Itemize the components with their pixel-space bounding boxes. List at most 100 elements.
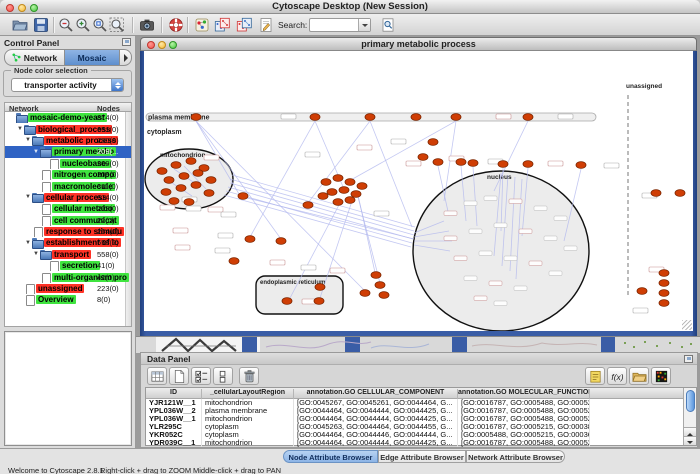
network-node[interactable] [371,272,381,279]
cell-molecular-function[interactable]: [GO:0016787, GO:0005488, GO:0005215, G..… [458,399,590,407]
save-session-button[interactable] [31,16,50,34]
tree-row[interactable]: nucleobase-209(0) [5,158,131,169]
edge[interactable] [230,183,414,235]
network-node[interactable] [659,280,669,287]
network-node[interactable] [191,114,201,121]
attribute-matrix-button[interactable] [651,367,671,385]
network-node[interactable] [339,187,349,194]
cell-molecular-function[interactable]: [GO:0016787, GO:0005488, GO:0005215, G..… [458,407,590,415]
network-node[interactable] [321,179,331,186]
float-panel-icon[interactable] [122,38,131,46]
cell-molecular-function[interactable]: [GO:0005488, GO:0005215, GO:0003674] [458,431,590,439]
cell-region[interactable]: mitochondrion [202,399,294,407]
zoom-selected-region-button[interactable] [107,16,126,34]
merge-networks-difference-button[interactable] [234,16,253,34]
cell-region[interactable]: cytoplasm [202,423,294,431]
open-session-button[interactable] [10,16,29,34]
network-node[interactable] [245,236,255,243]
delete-attribute-button[interactable] [239,367,259,385]
cell-id[interactable]: YPL036W__2 [146,407,202,415]
attribute-batch-select-button[interactable] [213,367,233,385]
help-button[interactable] [166,16,185,34]
table-row[interactable]: YDR039C__1mitochondrion[GO:0044464, GO:0… [146,439,685,447]
cell-region[interactable]: mitochondrion [202,415,294,423]
network-node[interactable] [428,139,438,146]
create-attribute-button[interactable] [169,367,189,385]
network-node[interactable] [375,282,385,289]
node-color-dropdown[interactable]: transporter activity [11,78,124,92]
network-node[interactable] [310,114,320,121]
window-resize-grip[interactable] [682,320,692,330]
cell-id[interactable]: YDR039C__1 [146,439,202,447]
cell-region[interactable]: plasma membrane [202,407,294,415]
cell-cellular-component[interactable]: [GO:0044464, GO:0044446, GO:0044444, G..… [294,431,458,439]
scrollbar-thumb[interactable] [686,390,695,412]
select-attributes-button[interactable] [147,367,167,385]
tree-row[interactable]: cellular metabo209(0) [5,203,131,214]
network-node[interactable] [238,193,248,200]
vizmapper-button[interactable] [192,16,211,34]
cell-id[interactable]: YPL036W__1 [146,415,202,423]
network-node[interactable] [576,162,586,169]
cell-cellular-component[interactable]: [GO:0044464, GO:0044444, GO:0044425, G..… [294,439,458,447]
tree-row[interactable]: mosaic-demo-yeast874(0) [5,112,131,123]
network-node[interactable] [675,190,685,197]
region-endoplasmic-reticulum[interactable]: endoplasmic reticulum [256,276,343,314]
network-node[interactable] [365,114,375,121]
expand-arrow-icon[interactable]: ▼ [24,194,32,200]
network-node[interactable] [357,183,367,190]
column-header-molecular-function[interactable]: annotation.GO MOLECULAR_FUNCTION [458,389,590,399]
tree-row[interactable]: ▼primary metabo209(... [5,146,131,157]
network-node[interactable] [164,177,174,184]
merge-networks-union-button[interactable] [212,16,231,34]
table-row[interactable]: YLR295Ccytoplasm[GO:0045263, GO:0044464,… [146,423,685,431]
network-canvas[interactable]: plasma membrane cytoplasm mitochondrion … [144,51,693,331]
network-node[interactable] [204,190,214,197]
region-nucleus[interactable]: nucleus [413,171,589,331]
network-node[interactable] [169,198,179,205]
annotations-button[interactable] [256,16,275,34]
notes-button[interactable] [585,367,605,385]
table-row[interactable]: YPL036W__1mitochondrion[GO:0044464, GO:0… [146,415,685,423]
network-node[interactable] [433,159,443,166]
network-node[interactable] [179,173,189,180]
import-attributes-button[interactable] [629,367,649,385]
search-options-button[interactable] [378,16,397,34]
network-node[interactable] [659,290,669,297]
edge[interactable] [226,191,412,243]
network-node[interactable] [333,175,343,182]
network-node[interactable] [229,258,239,265]
network-node[interactable] [327,189,337,196]
attribute-checklist-button[interactable] [191,367,211,385]
network-window-titlebar[interactable]: primary metabolic process [140,37,697,51]
network-node[interactable] [184,199,194,206]
network-node[interactable] [161,189,171,196]
expand-arrow-icon[interactable]: ▼ [32,149,40,155]
cell-molecular-function[interactable]: [GO:0016787, GO:0005488, GO:0005215, G..… [458,439,590,447]
tab-network[interactable]: Network [4,49,65,66]
network-node[interactable] [379,292,389,299]
cell-region[interactable]: mitochondrion [202,439,294,447]
network-node[interactable] [498,161,508,168]
network-node[interactable] [303,202,313,209]
expand-arrow-icon[interactable]: ▼ [24,240,32,246]
network-node[interactable] [186,158,196,165]
table-row[interactable]: YPL036W__2plasma membrane[GO:0044464, GO… [146,407,685,415]
tab-mosaic[interactable]: Mosaic [65,49,120,66]
tree-row[interactable]: ▼cellular process614(0) [5,192,131,203]
tree-row[interactable]: Overview8(0) [5,294,131,305]
cell-molecular-function[interactable]: [GO:0016787, GO:0005215, GO:0003824, G..… [458,423,590,431]
formula-builder-button[interactable]: f(x) [607,367,627,385]
network-node[interactable] [276,238,286,245]
network-node[interactable] [351,191,361,198]
tree-row[interactable]: ▼establishment of lo558(0) [5,237,131,248]
tree-row[interactable]: ▼transport558(0) [5,249,131,260]
cell-molecular-function[interactable]: [GO:0016787, GO:0005488, GO:0005215, G..… [458,415,590,423]
table-row[interactable]: YKR052Ccytoplasm[GO:0044464, GO:0044446,… [146,431,685,439]
network-node[interactable] [451,114,461,121]
tree-row[interactable]: macromolecule311(0) [5,180,131,191]
expand-arrow-icon[interactable]: ▼ [24,137,32,143]
cell-cellular-component[interactable]: [GO:0044464, GO:0044444, GO:0044425, G..… [294,415,458,423]
network-node[interactable] [345,197,355,204]
expand-arrow-icon[interactable]: ▼ [16,126,24,132]
